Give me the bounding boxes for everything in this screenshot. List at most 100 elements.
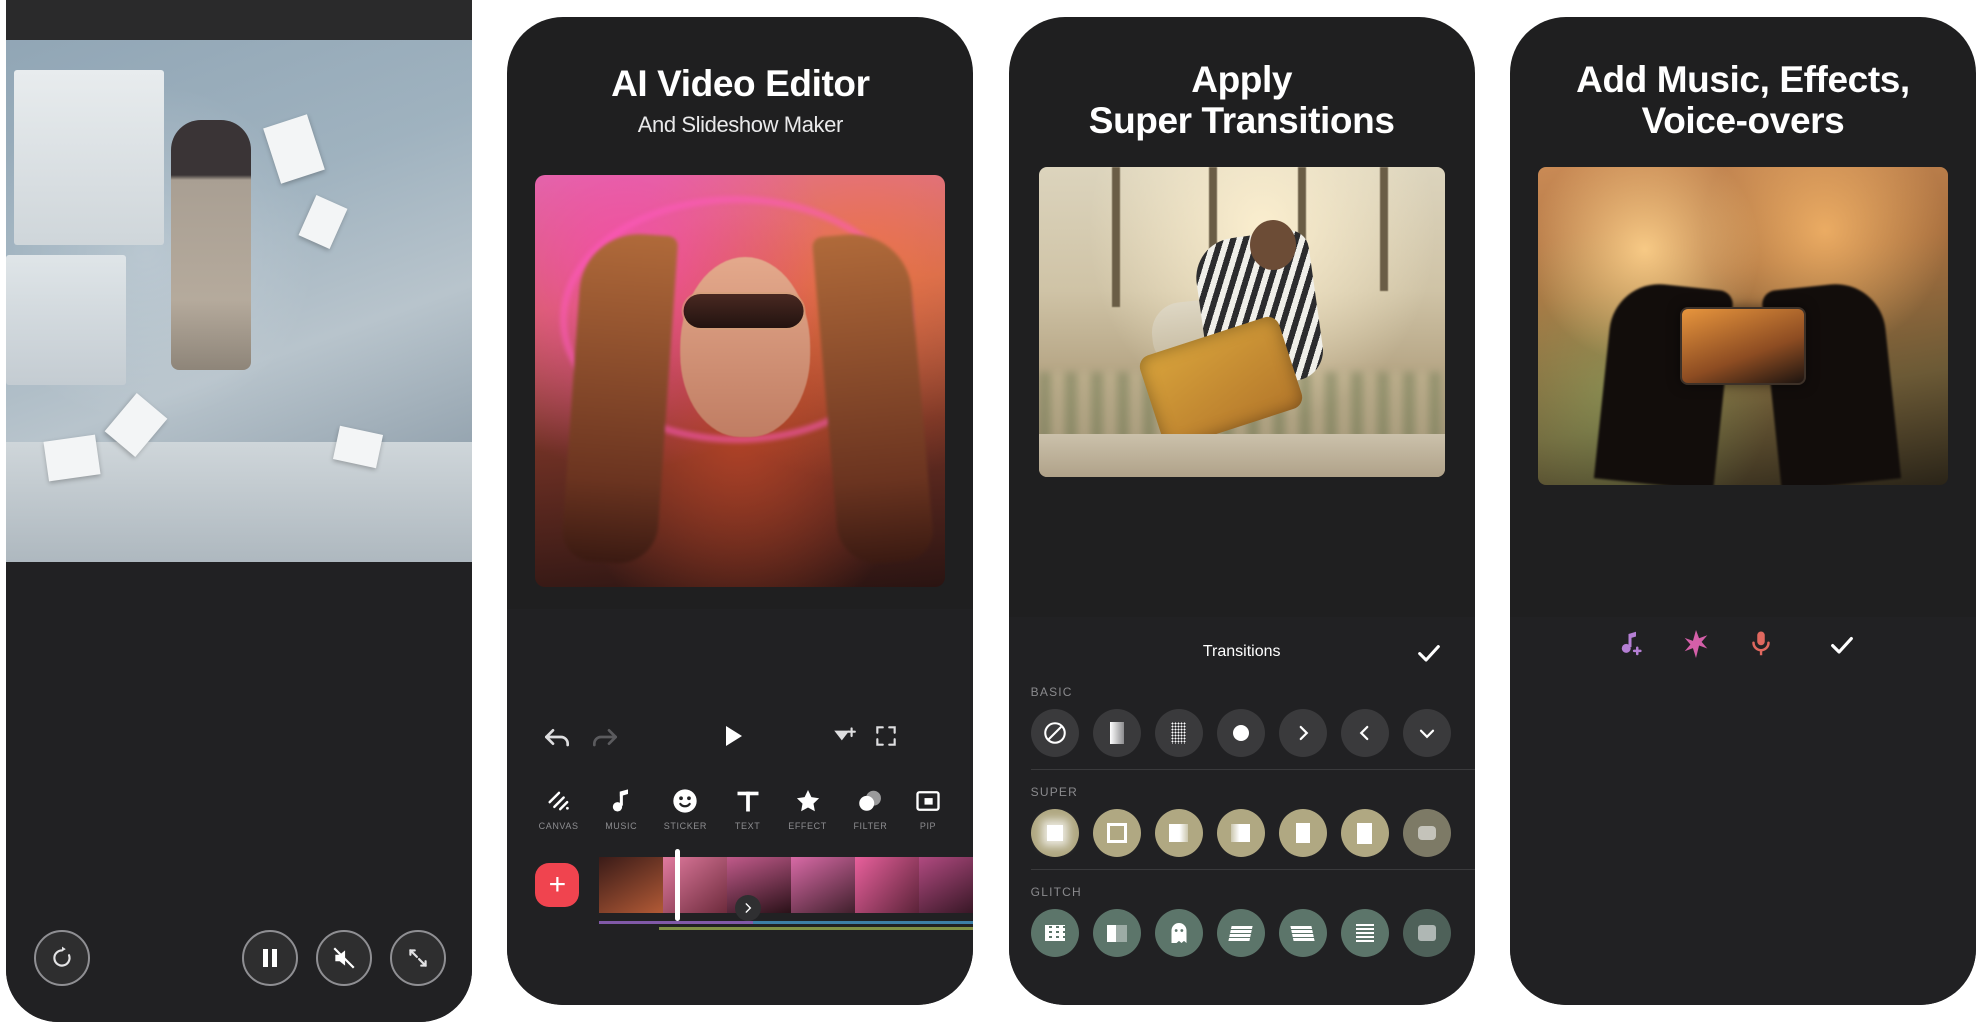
frame-icon <box>1106 823 1127 843</box>
text-t-icon <box>734 787 762 815</box>
slide-left-icon <box>1357 822 1373 844</box>
transition-slide-right[interactable] <box>1278 809 1327 857</box>
transition-ghost[interactable] <box>1154 909 1203 957</box>
transition-fade[interactable] <box>1092 709 1141 757</box>
transition-pixel[interactable] <box>1030 909 1079 957</box>
filmstrip-thumb <box>663 857 728 913</box>
playhead[interactable] <box>675 849 681 921</box>
headline-line2: Super Transitions <box>1088 100 1395 142</box>
transition-row[interactable] <box>1030 809 1475 857</box>
chevron-right-icon <box>745 903 752 913</box>
section-label: GLITCH <box>1030 885 1082 899</box>
headline-line2: Voice-overs <box>1641 100 1845 142</box>
fullscreen-button[interactable] <box>390 930 446 986</box>
add-clip-button[interactable]: + <box>535 863 580 907</box>
transition-push-down[interactable] <box>1402 709 1451 757</box>
section-label: SUPER <box>1030 785 1078 799</box>
transition-split-left[interactable] <box>1216 809 1265 857</box>
scene-head <box>1249 219 1296 270</box>
track-line-blue <box>753 921 974 924</box>
headline-sub: And Slideshow Maker <box>637 112 844 138</box>
transition-glow[interactable] <box>1030 809 1079 857</box>
transition-push-right[interactable] <box>1278 709 1327 757</box>
scene-paper <box>43 434 101 482</box>
transition-none[interactable] <box>1030 709 1079 757</box>
section-glitch: GLITCH <box>1030 885 1475 957</box>
export-button[interactable] <box>831 723 857 749</box>
voiceover-button[interactable] <box>1746 629 1776 664</box>
effect-sparkle-icon <box>1684 630 1708 658</box>
transition-push-left[interactable] <box>1340 709 1389 757</box>
scene-paper <box>298 194 348 250</box>
timeline-filmstrip[interactable] <box>599 857 974 913</box>
mute-button[interactable] <box>316 930 372 986</box>
rotate-button[interactable] <box>34 930 90 986</box>
transition-circle[interactable] <box>1216 709 1265 757</box>
transition-shake-left[interactable] <box>1278 909 1327 957</box>
music-note-icon <box>605 787 637 815</box>
transition-wave[interactable] <box>1402 809 1451 857</box>
pause-button[interactable] <box>242 930 298 986</box>
tool-effect[interactable]: EFFECT <box>788 787 827 831</box>
transition-split-right[interactable] <box>1154 809 1203 857</box>
transition-frame[interactable] <box>1092 809 1141 857</box>
circle-icon <box>1232 725 1249 741</box>
transition-slide-left[interactable] <box>1340 809 1389 857</box>
scanline-icon <box>1355 924 1374 942</box>
filmstrip-thumb <box>855 857 920 913</box>
redo-icon <box>593 729 618 747</box>
section-divider <box>1030 769 1475 770</box>
video-preview-skate[interactable] <box>1038 167 1445 477</box>
track-line-olive <box>659 927 974 930</box>
tool-label: TEXT <box>734 821 761 831</box>
fullscreen-button[interactable] <box>873 723 899 749</box>
playback-controls <box>6 920 472 996</box>
chevron-right-icon <box>1299 725 1308 741</box>
add-music-button[interactable] <box>1616 629 1646 664</box>
undo-button[interactable] <box>541 721 573 753</box>
video-preview-neon[interactable] <box>535 175 946 587</box>
scroll-right-button[interactable] <box>735 895 762 921</box>
tool-music[interactable]: MUSIC <box>605 787 637 831</box>
transition-split[interactable] <box>1092 909 1141 957</box>
section-divider <box>1030 869 1475 870</box>
tool-pip[interactable]: PIP <box>914 787 942 831</box>
tool-filter[interactable]: FILTER <box>853 787 887 831</box>
transition-shake-right[interactable] <box>1216 909 1265 957</box>
panel-headline: AI Video Editor And Slideshow Maker <box>507 63 973 138</box>
effect-button[interactable] <box>1680 628 1712 665</box>
tool-canvas[interactable]: CANVAS <box>539 787 579 831</box>
transition-dissolve[interactable] <box>1154 709 1203 757</box>
preview-top-bar <box>6 0 472 40</box>
transition-warp[interactable] <box>1402 909 1451 957</box>
split-right-icon <box>1169 824 1189 842</box>
transition-row[interactable] <box>1030 909 1475 957</box>
confirm-button[interactable] <box>1415 639 1443 672</box>
plus-icon: + <box>548 868 567 901</box>
editor-chrome: CANVAS MUSIC STICKER TEXT EFFECT FILTER … <box>507 609 974 1005</box>
editor-chrome: BACKGROUND SPEED CROP <box>6 562 472 1022</box>
confirm-button[interactable] <box>1828 631 1856 664</box>
add-music-icon <box>1621 631 1642 656</box>
fade-icon <box>1109 722 1124 744</box>
tool-text[interactable]: TEXT <box>734 787 762 831</box>
transitions-panel: Transitions BASIC SUPER GLITCH <box>1008 617 1475 1005</box>
play-button[interactable] <box>721 723 745 749</box>
panel-headline: Apply Super Transitions <box>1009 59 1475 142</box>
section-basic: BASIC <box>1030 685 1475 757</box>
chevron-left-icon <box>1359 725 1369 741</box>
microphone-icon <box>1752 631 1770 656</box>
app-store-screenshot-gallery: BACKGROUND SPEED CROP <box>0 0 1982 1022</box>
transition-row[interactable] <box>1030 709 1475 757</box>
canvas-icon <box>539 787 579 815</box>
tool-sticker[interactable]: STICKER <box>664 787 707 831</box>
transition-scanline[interactable] <box>1340 909 1389 957</box>
scene-palm <box>1379 167 1388 291</box>
pause-icon <box>263 949 277 967</box>
scene-phone-screen <box>1679 306 1806 385</box>
video-preview-office[interactable] <box>6 0 472 562</box>
audio-tools-row <box>1510 629 1976 673</box>
video-preview-hands[interactable] <box>1537 167 1948 485</box>
redo-button[interactable] <box>589 721 621 753</box>
scene-paper <box>263 114 325 184</box>
